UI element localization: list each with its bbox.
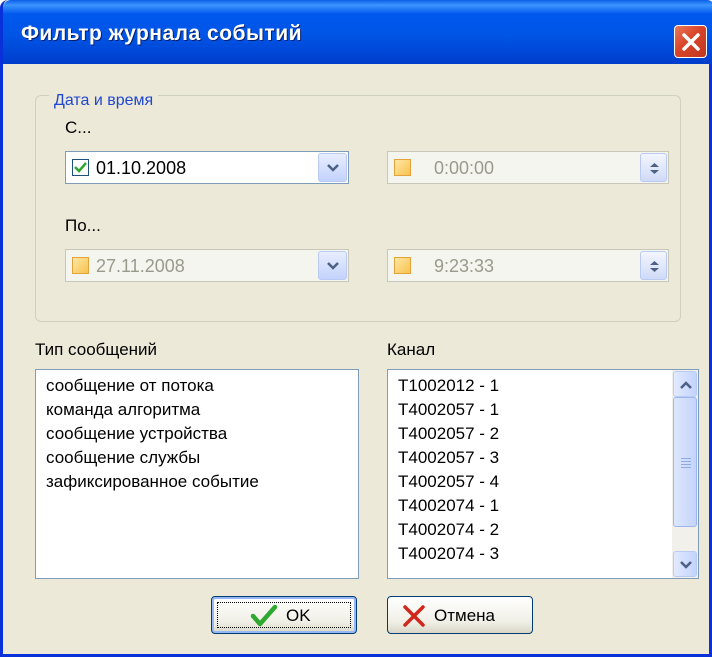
date-time-legend: Дата и время [49, 92, 159, 110]
from-time-spinner[interactable] [640, 153, 667, 182]
from-date-checkbox[interactable] [72, 159, 89, 176]
from-date-value: 01.10.2008 [96, 158, 187, 178]
message-type-list[interactable]: сообщение от потока команда алгоритма со… [35, 369, 359, 579]
list-item[interactable]: T4002057 - 3 [398, 446, 499, 470]
to-date-picker[interactable]: 27.11.2008 [65, 249, 349, 282]
scroll-down-button[interactable] [673, 551, 697, 577]
channel-label: Канал [387, 340, 436, 359]
list-item[interactable]: сообщение от потока [46, 374, 358, 398]
list-item[interactable]: T4002074 - 2 [398, 518, 499, 542]
message-type-label: Тип сообщений [35, 340, 158, 359]
chevron-down-icon [680, 561, 692, 569]
dialog-window: Фильтр журнала событий Дата и время С...… [0, 0, 712, 657]
from-date-dropdown-button[interactable] [318, 153, 347, 182]
chevron-up-icon [680, 381, 692, 389]
date-time-group [35, 95, 681, 322]
list-item[interactable]: сообщение устройства [46, 422, 358, 446]
list-item[interactable]: T4002074 - 1 [398, 494, 499, 518]
red-x-icon [403, 605, 425, 627]
title-bar[interactable]: Фильтр журнала событий [3, 0, 712, 64]
check-icon [74, 162, 87, 173]
window-title: Фильтр журнала событий [21, 22, 303, 45]
list-item[interactable]: T1002012 - 1 [398, 374, 499, 398]
cancel-button-label: Отмена [434, 606, 495, 625]
check-icon [250, 604, 278, 627]
channel-scrollbar[interactable] [672, 370, 698, 578]
close-icon [682, 33, 700, 51]
list-item[interactable]: T4002074 - 3 [398, 542, 499, 566]
spin-updown-icon [650, 163, 659, 174]
chevron-down-icon [327, 262, 339, 270]
cancel-button[interactable]: Отмена [387, 596, 533, 634]
list-item[interactable]: команда алгоритма [46, 398, 358, 422]
channel-list[interactable]: T1002012 - 1 T4002057 - 1 T4002057 - 2 T… [387, 369, 699, 579]
to-time-checkbox[interactable] [394, 257, 411, 274]
close-button[interactable] [674, 25, 707, 58]
ok-button-label: OK [286, 606, 311, 625]
to-time-value: 9:23:33 [434, 256, 495, 276]
from-date-picker[interactable]: 01.10.2008 [65, 151, 349, 184]
to-date-checkbox[interactable] [72, 257, 89, 274]
list-item[interactable]: T4002057 - 4 [398, 470, 499, 494]
to-date-value: 27.11.2008 [96, 256, 185, 276]
list-item[interactable]: зафиксированное событие [46, 470, 358, 494]
from-time-checkbox[interactable] [394, 159, 411, 176]
to-date-dropdown-button[interactable] [318, 251, 347, 280]
scroll-up-button[interactable] [673, 371, 697, 397]
ok-button[interactable]: OK [211, 596, 357, 634]
list-item[interactable]: T4002057 - 2 [398, 422, 499, 446]
to-time-spinner[interactable] [640, 251, 667, 280]
spin-updown-icon [650, 261, 659, 272]
to-time-picker[interactable]: 9:23:33 [387, 249, 669, 282]
from-time-value: 0:00:00 [434, 158, 495, 178]
scroll-thumb[interactable] [673, 397, 697, 527]
to-label: По... [65, 216, 101, 235]
from-time-picker[interactable]: 0:00:00 [387, 151, 669, 184]
from-label: С... [65, 118, 92, 137]
list-item[interactable]: сообщение службы [46, 446, 358, 470]
chevron-down-icon [327, 164, 339, 172]
list-item[interactable]: T4002057 - 1 [398, 398, 499, 422]
